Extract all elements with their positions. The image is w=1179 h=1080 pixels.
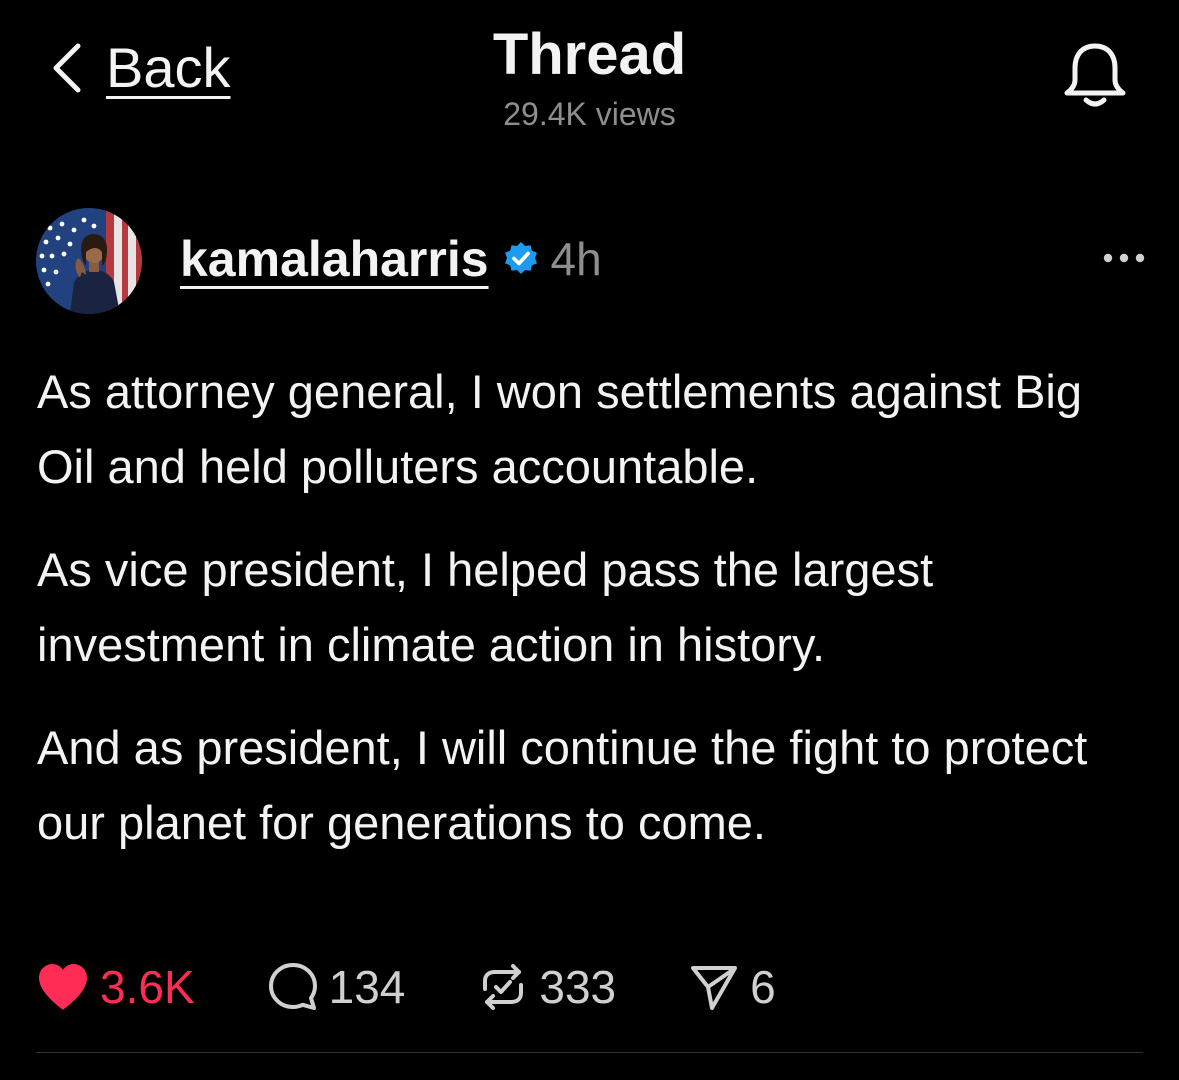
post-paragraph: As attorney general, I won settlements a… bbox=[37, 365, 1083, 493]
view-count: 29.4K views bbox=[503, 96, 676, 132]
repost-button[interactable]: 333 bbox=[477, 961, 616, 1013]
page-title: Thread bbox=[492, 22, 687, 87]
comment-icon bbox=[268, 963, 317, 1010]
repost-count: 333 bbox=[539, 961, 617, 1013]
divider bbox=[36, 1052, 1143, 1053]
verified-badge-icon bbox=[504, 242, 537, 274]
share-count: 6 bbox=[750, 961, 776, 1013]
post-paragraph: And as president, I will continue the fi… bbox=[37, 721, 1088, 849]
repost-icon bbox=[483, 964, 524, 1010]
share-button[interactable]: 6 bbox=[688, 961, 776, 1013]
more-options-button[interactable] bbox=[1102, 250, 1146, 266]
send-icon bbox=[691, 966, 738, 1010]
username-link[interactable]: kamalaharris bbox=[180, 234, 489, 284]
reply-count: 134 bbox=[328, 961, 406, 1013]
post-timestamp: 4h bbox=[550, 233, 602, 285]
post-actions: 3.6K 134 333 6 bbox=[36, 955, 776, 1019]
heart-filled-icon bbox=[39, 964, 87, 1010]
notifications-button[interactable] bbox=[1060, 40, 1130, 117]
post-header: kamalaharris 4h bbox=[36, 208, 1146, 314]
like-count: 3.6K bbox=[100, 961, 195, 1013]
profile-photo bbox=[36, 208, 142, 314]
reply-button[interactable]: 134 bbox=[267, 961, 406, 1013]
post-paragraph: As vice president, I helped pass the lar… bbox=[37, 543, 934, 671]
avatar[interactable] bbox=[36, 208, 142, 314]
author-row: kamalaharris 4h bbox=[180, 234, 602, 284]
header-title-group: Thread 29.4K views bbox=[0, 22, 1179, 132]
thread-header: Back Thread 29.4K views bbox=[0, 0, 1179, 160]
bell-icon bbox=[1064, 43, 1126, 107]
more-horizontal-icon bbox=[1103, 253, 1145, 263]
post-body: As attorney general, I won settlements a… bbox=[37, 354, 1147, 888]
like-button[interactable]: 3.6K bbox=[36, 962, 195, 1012]
